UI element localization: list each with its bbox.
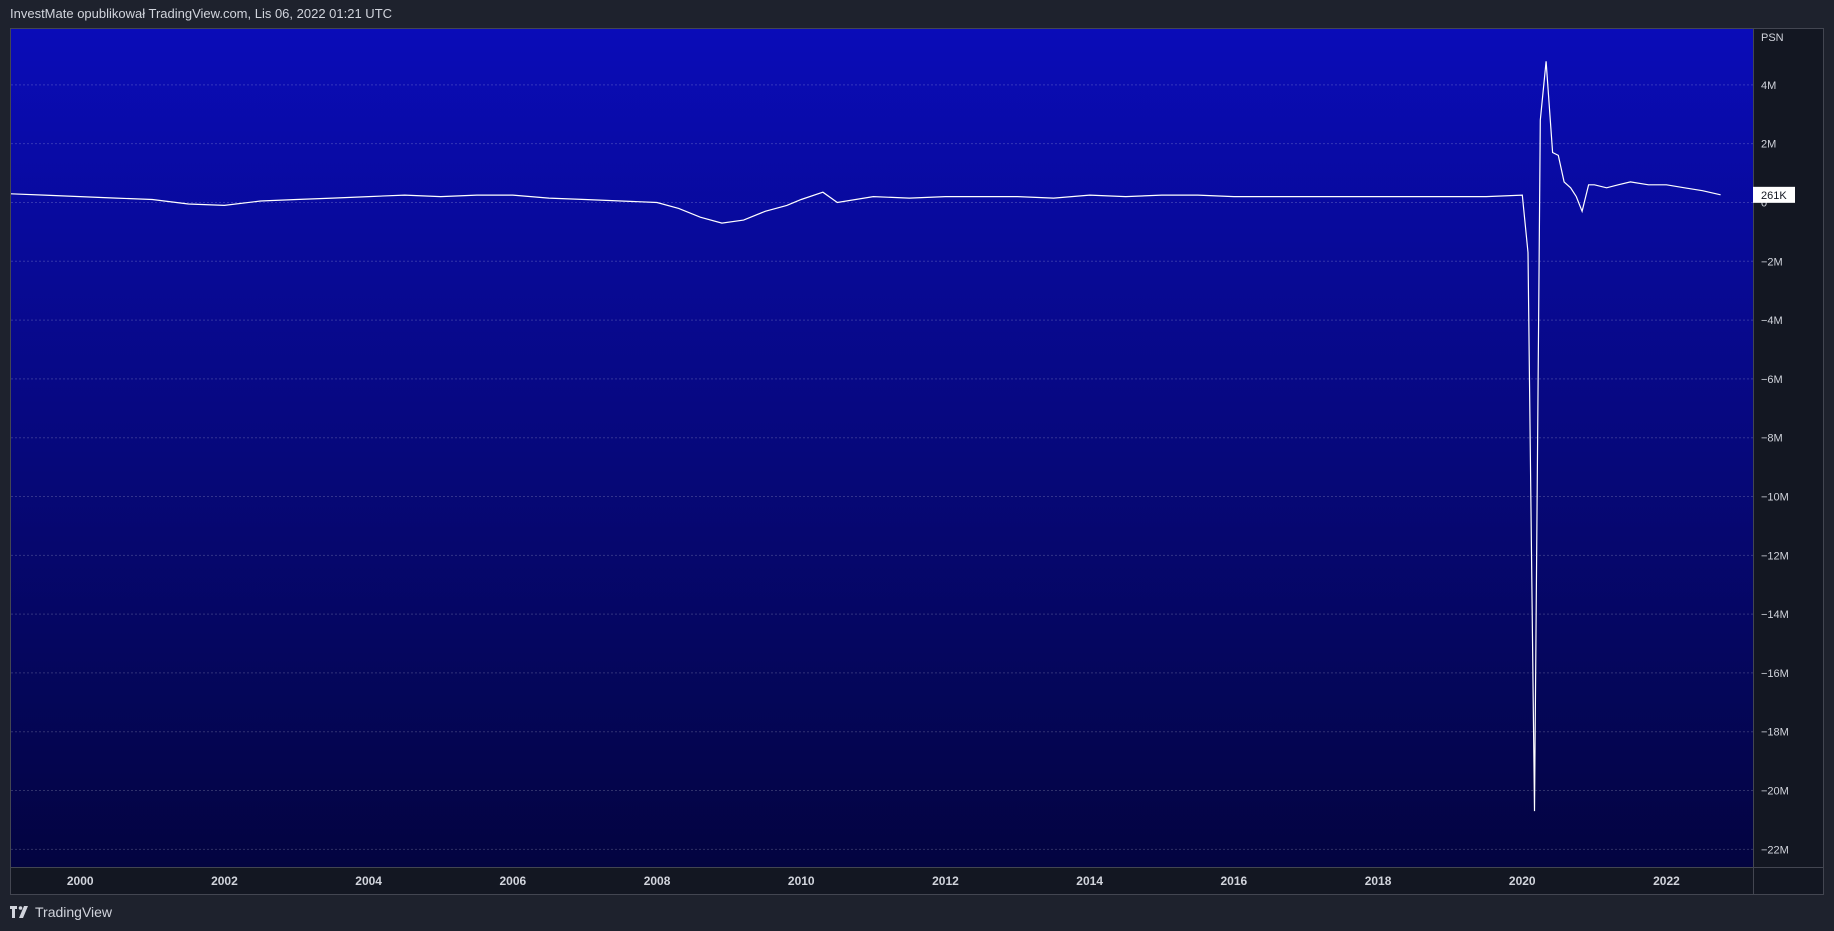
- y-tick-label: −22M: [1761, 844, 1789, 856]
- tradingview-logo-icon: [10, 906, 28, 918]
- x-tick-label: 2012: [932, 874, 959, 888]
- y-tick-label: −14M: [1761, 609, 1789, 621]
- x-tick-label: 2006: [499, 874, 526, 888]
- y-axis: 4M2M0−2M−4M−6M−8M−10M−12M−14M−16M−18M−20…: [1753, 29, 1789, 894]
- footer-brand[interactable]: TradingView: [10, 904, 112, 920]
- y-tick-label: −18M: [1761, 727, 1789, 739]
- x-axis: 2000 2002 2004 2006 2008 2010 2012 2014 2016 2018…: [11, 867, 1823, 888]
- line-chart[interactable]: 2000 2002 2004 2006 2008 2010 2012 2014 2016 2018…: [11, 29, 1823, 894]
- y-tick-label: −16M: [1761, 668, 1789, 680]
- x-tick-label: 2004: [355, 874, 382, 888]
- last-value-badge: 261K: [1753, 186, 1795, 203]
- y-tick-label: −20M: [1761, 786, 1789, 798]
- x-tick-label: 2000: [67, 874, 94, 888]
- x-tick-label: 2018: [1365, 874, 1392, 888]
- symbol-label: PSN: [1761, 32, 1784, 44]
- y-tick-label: −10M: [1761, 492, 1789, 504]
- y-tick-label: 4M: [1761, 80, 1776, 92]
- y-tick-label: −8M: [1761, 433, 1783, 445]
- chart-panel[interactable]: 2000 2002 2004 2006 2008 2010 2012 2014 2016 2018…: [10, 28, 1824, 895]
- y-tick-label: 2M: [1761, 139, 1776, 151]
- y-tick-label: −6M: [1761, 374, 1783, 386]
- x-tick-label: 2010: [788, 874, 815, 888]
- x-tick-label: 2016: [1221, 874, 1248, 888]
- x-tick-label: 2022: [1653, 874, 1680, 888]
- y-tick-label: −4M: [1761, 315, 1783, 327]
- last-value-text: 261K: [1761, 190, 1787, 202]
- x-tick-label: 2008: [644, 874, 671, 888]
- chart-caption: InvestMate opublikował TradingView.com, …: [10, 6, 393, 21]
- x-tick-label: 2014: [1076, 874, 1103, 888]
- y-tick-label: −2M: [1761, 256, 1783, 268]
- brand-name: TradingView: [35, 904, 113, 920]
- x-tick-label: 2002: [211, 874, 238, 888]
- y-tick-label: −12M: [1761, 550, 1789, 562]
- plot-area[interactable]: [11, 29, 1753, 867]
- x-tick-label: 2020: [1509, 874, 1536, 888]
